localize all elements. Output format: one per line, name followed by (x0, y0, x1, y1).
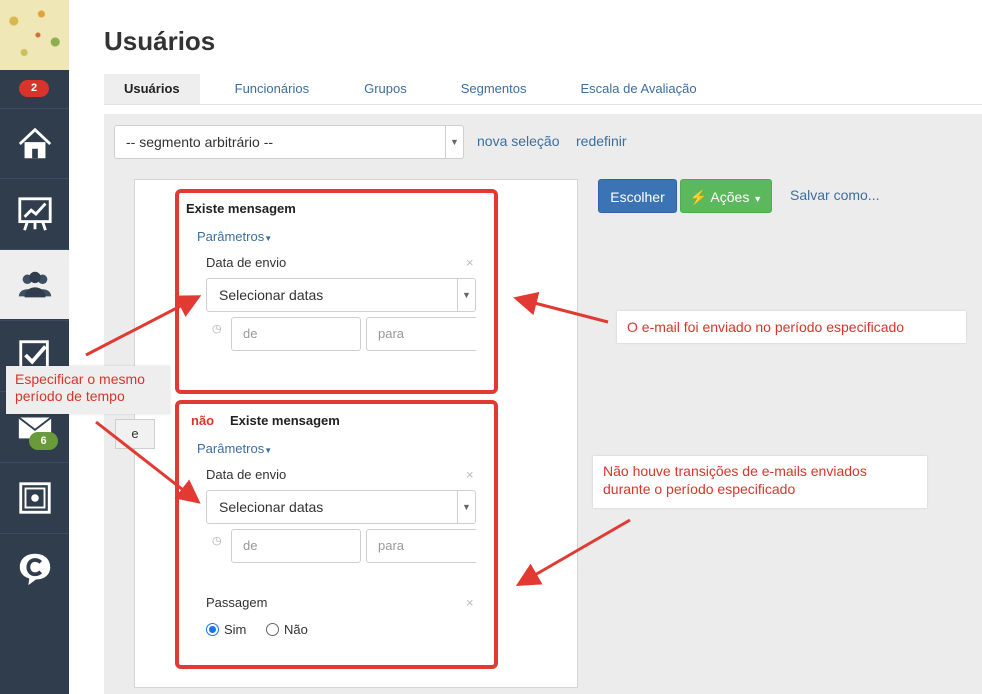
users-group-icon (18, 271, 51, 297)
reset-link[interactable]: redefinir (576, 133, 627, 149)
nav-chat[interactable] (0, 533, 69, 603)
condition-2-params-toggle[interactable]: Parâmetros▼ (197, 441, 272, 456)
chevron-down-icon: ▼ (457, 279, 475, 311)
condition-1-params-toggle[interactable]: Parâmetros▼ (197, 229, 272, 244)
condition-2-to-input[interactable]: para (366, 529, 476, 563)
condition-2-from-input[interactable]: de (231, 529, 361, 563)
segment-select-value: -- segmento arbitrário -- (126, 134, 274, 150)
params-label: Parâmetros (197, 441, 265, 456)
notification-badge[interactable]: 2 (19, 80, 49, 97)
date-select-value: Selecionar datas (219, 499, 324, 515)
mail-badge: 6 (29, 432, 58, 450)
negation-toggle[interactable]: não (191, 413, 214, 428)
tab-users[interactable]: Usuários (104, 74, 200, 104)
tab-segments[interactable]: Segmentos (434, 74, 554, 104)
radio-label: Sim (224, 622, 247, 637)
clock-icon: ◷ (212, 535, 222, 547)
nav-home[interactable] (0, 108, 69, 178)
radio-unchecked-icon (266, 623, 279, 636)
passage-yes-radio[interactable]: Sim (206, 622, 246, 637)
chat-c-icon (19, 553, 50, 585)
chevron-down-icon: ▼ (445, 126, 463, 158)
page-title: Usuários (104, 26, 216, 56)
passage-no-radio[interactable]: Não (266, 622, 308, 637)
safe-icon (18, 481, 51, 514)
tab-groups[interactable]: Grupos (337, 74, 434, 104)
caret-down-icon: ▼ (264, 446, 273, 455)
segment-select[interactable]: -- segmento arbitrário -- ▼ (114, 125, 464, 159)
caret-down-icon: ▼ (264, 234, 273, 243)
home-icon (18, 127, 51, 158)
annotation-same-period: Especificar o mesmo período de tempo (6, 366, 170, 414)
annotation-line: durante o período especificado (603, 481, 796, 497)
actions-button-label: Ações (710, 189, 750, 205)
app-logo[interactable] (0, 0, 69, 70)
close-icon[interactable]: × (466, 255, 474, 270)
close-icon[interactable]: × (466, 595, 474, 610)
annotation-email-sent: O e-mail foi enviado no período especifi… (617, 311, 966, 343)
condition-1-date-select[interactable]: Selecionar datas ▼ (206, 278, 476, 312)
condition-1-title: Existe mensagem (186, 201, 296, 216)
params-label: Parâmetros (197, 229, 265, 244)
annotation-no-transitions: Não houve transições de e-mails enviados… (593, 456, 927, 508)
close-icon[interactable]: × (466, 467, 474, 482)
nav-reports[interactable] (0, 178, 69, 248)
nav-users[interactable] (0, 249, 69, 319)
passage-label: Passagem (206, 595, 268, 610)
annotation-line: Especificar o mesmo (15, 371, 145, 387)
condition-2-field-label: Data de envio (206, 467, 287, 482)
annotation-line: Não houve transições de e-mails enviados (603, 463, 867, 479)
save-as-link[interactable]: Salvar como... (790, 187, 879, 203)
condition-2-date-select[interactable]: Selecionar datas ▼ (206, 490, 476, 524)
annotation-line: período de tempo (15, 388, 125, 404)
tab-employees[interactable]: Funcionários (200, 74, 337, 104)
actions-button[interactable]: ⚡ Ações ▼ (680, 179, 772, 213)
condition-2-title: Existe mensagem (230, 413, 340, 428)
chevron-down-icon: ▼ (457, 491, 475, 523)
nav-safe[interactable] (0, 462, 69, 532)
sidebar: 2 6 (0, 0, 69, 694)
new-selection-link[interactable]: nova seleção (477, 133, 560, 149)
clock-icon: ◷ (212, 323, 222, 335)
radio-label: Não (284, 622, 308, 637)
lightning-icon: ⚡ (689, 189, 708, 205)
condition-1-to-input[interactable]: para (366, 317, 476, 351)
condition-1-from-input[interactable]: de (231, 317, 361, 351)
caret-down-icon: ▼ (753, 194, 763, 204)
and-connector-button[interactable]: e (115, 419, 155, 449)
presentation-chart-icon (17, 196, 52, 231)
radio-checked-icon (206, 623, 219, 636)
date-select-value: Selecionar datas (219, 287, 324, 303)
choose-button[interactable]: Escolher (598, 179, 677, 213)
tab-bar: Usuários Funcionários Grupos Segmentos E… (104, 74, 982, 105)
tab-rating-scale[interactable]: Escala de Avaliação (553, 74, 716, 104)
condition-1-field-label: Data de envio (206, 255, 287, 270)
